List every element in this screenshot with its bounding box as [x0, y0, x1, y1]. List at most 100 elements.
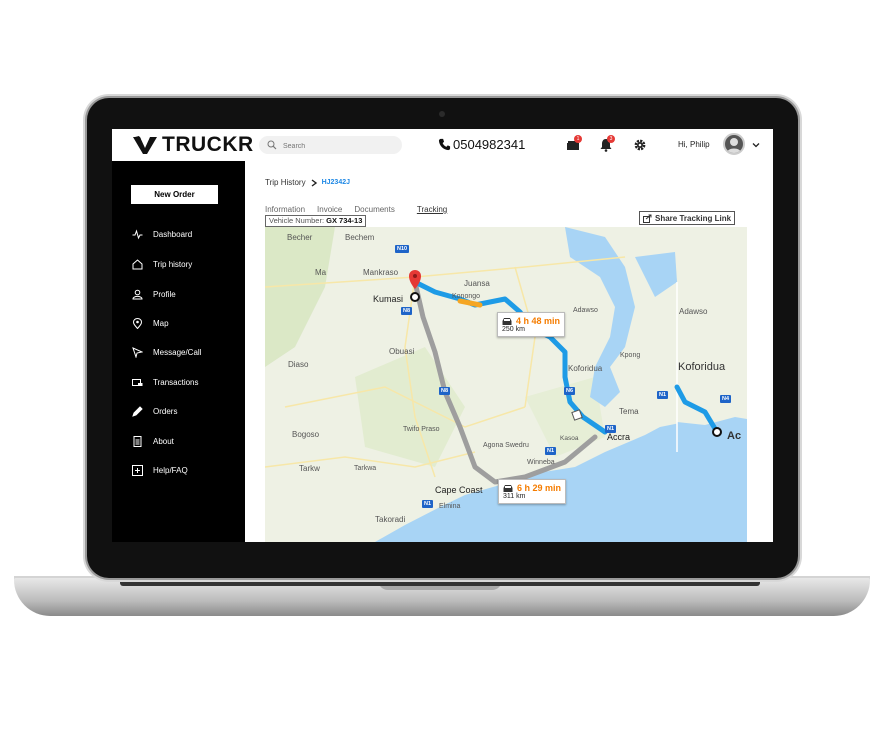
user-greeting: Hi, Philip [678, 140, 710, 149]
route-time: 6 h 29 min [503, 483, 561, 493]
map-place: Adawso [679, 307, 708, 316]
messages-badge: 1 [574, 135, 582, 143]
road-shield: N8 [401, 307, 413, 315]
map-place: Agona Swedru [483, 442, 529, 449]
phone-icon [438, 138, 451, 151]
road-shield: N1 [657, 391, 669, 399]
road-shield: N1 [422, 500, 434, 508]
main-content: Trip History HJ2342J Information Invoice… [245, 161, 773, 542]
map-place: Mankraso [363, 268, 399, 277]
map-place: Tarkwa [354, 465, 377, 472]
sidebar-item-label: Profile [153, 289, 176, 299]
phone-text: 0504982341 [453, 137, 526, 152]
route-distance: 250 km [502, 326, 525, 333]
app-screen: TRUCKR 0504982341 1 [112, 129, 773, 542]
activity-icon [132, 228, 143, 239]
notifications-badge: 3 [607, 135, 615, 143]
search-icon [267, 140, 277, 150]
vehicle-label: Vehicle Number: [269, 216, 325, 225]
pen-icon [132, 405, 143, 417]
sidebar-item-orders[interactable]: Orders [132, 404, 177, 418]
breadcrumb-parent[interactable]: Trip History [265, 178, 306, 187]
map-place: Kpong [620, 352, 641, 359]
sidebar-item-label: Map [153, 318, 169, 328]
camera-icon [439, 111, 445, 117]
map-place: Ma [315, 268, 327, 277]
map-place: Elmina [439, 503, 461, 510]
avatar[interactable] [723, 133, 745, 155]
tab-tracking[interactable]: Tracking [417, 205, 447, 214]
road-shield: N1 [605, 425, 617, 433]
chevron-right-icon [311, 178, 317, 187]
map-place: Becher [287, 233, 313, 242]
route-callout-alt[interactable]: 6 h 29 min 311 km [498, 479, 567, 504]
laptop-frame: TRUCKR 0504982341 1 [0, 0, 880, 732]
map-place: Bogoso [292, 430, 320, 439]
card-icon [132, 378, 143, 386]
car-icon [502, 317, 512, 325]
map-place: Adawso [573, 307, 598, 314]
search-box[interactable] [259, 136, 402, 155]
sidebar-item-trip-history[interactable]: Trip history [132, 257, 192, 271]
map-place: Ac [727, 430, 742, 442]
sidebar-item-label: Message/Call [153, 347, 202, 357]
road-shield: N1 [545, 447, 557, 455]
tab-information[interactable]: Information [265, 205, 305, 214]
chevron-down-icon[interactable] [752, 141, 760, 149]
logo[interactable]: TRUCKR [132, 133, 254, 157]
map-place: Diaso [288, 360, 309, 369]
map-place: Accra [607, 432, 631, 442]
road-shield: N6 [564, 387, 576, 395]
sidebar-item-map[interactable]: Map [132, 316, 169, 330]
tab-documents[interactable]: Documents [354, 205, 394, 214]
search-input[interactable] [281, 137, 397, 155]
sidebar-item-about[interactable]: About [132, 434, 174, 448]
plus-square-icon [132, 464, 143, 476]
new-order-button[interactable]: New Order [131, 185, 218, 204]
road-shield: N4 [720, 395, 732, 403]
sidebar-item-transactions[interactable]: Transactions [132, 375, 199, 389]
tab-invoice[interactable]: Invoice [317, 205, 342, 214]
share-label: Share Tracking Link [655, 213, 732, 223]
user-photo-icon [727, 138, 741, 153]
share-icon [643, 214, 652, 223]
map-place: Tarkw [299, 464, 320, 473]
map-place: Tema [619, 407, 639, 416]
sidebar-item-label: Dashboard [153, 229, 193, 239]
sidebar-item-message-call[interactable]: Message/Call [132, 345, 201, 359]
send-icon [132, 346, 143, 358]
map-place: Kasoa [560, 435, 579, 442]
tracking-map[interactable]: Becher Bechem Mankraso Juansa Kumasi Kon… [265, 227, 747, 542]
map-place: Koforidua [568, 364, 603, 373]
sidebar-item-label: Trip history [153, 259, 193, 269]
gear-icon[interactable] [633, 138, 647, 152]
sidebar-item-label: Help/FAQ [153, 465, 188, 475]
map-place: Konongo [452, 293, 481, 300]
share-tracking-link-button[interactable]: Share Tracking Link [639, 211, 736, 225]
map-place: Twifo Praso [403, 426, 440, 433]
document-icon [133, 435, 142, 447]
vehicle-number: GX 734-13 [326, 216, 363, 225]
vehicle-number-box: Vehicle Number: GX 734-13 [265, 215, 367, 227]
detail-tabs: Information Invoice Documents Tracking [265, 205, 459, 214]
sidebar-item-label: Transactions [153, 377, 199, 387]
sidebar-item-dashboard[interactable]: Dashboard [132, 227, 192, 241]
map-place: Juansa [464, 279, 490, 288]
map-place: Koforidua [678, 361, 726, 373]
route-distance: 311 km [503, 493, 526, 500]
sidebar-item-label: Orders [153, 406, 178, 416]
home-icon [132, 258, 143, 269]
map-place: Bechem [345, 233, 375, 242]
breadcrumb: Trip History HJ2342J [265, 178, 350, 187]
map-place: Takoradi [375, 515, 406, 524]
map-place: Obuasi [389, 347, 415, 356]
truckr-logo-icon [133, 136, 157, 154]
map-place: Cape Coast [435, 485, 483, 495]
top-bar: TRUCKR 0504982341 1 [112, 129, 773, 162]
map-pin-icon [132, 317, 143, 329]
sidebar-item-profile[interactable]: Profile [132, 287, 176, 301]
sidebar-item-help-faq[interactable]: Help/FAQ [132, 463, 188, 477]
phone-number[interactable]: 0504982341 [438, 137, 525, 152]
sidebar-item-label: About [153, 436, 174, 446]
route-callout-primary[interactable]: 4 h 48 min 250 km [497, 312, 566, 337]
